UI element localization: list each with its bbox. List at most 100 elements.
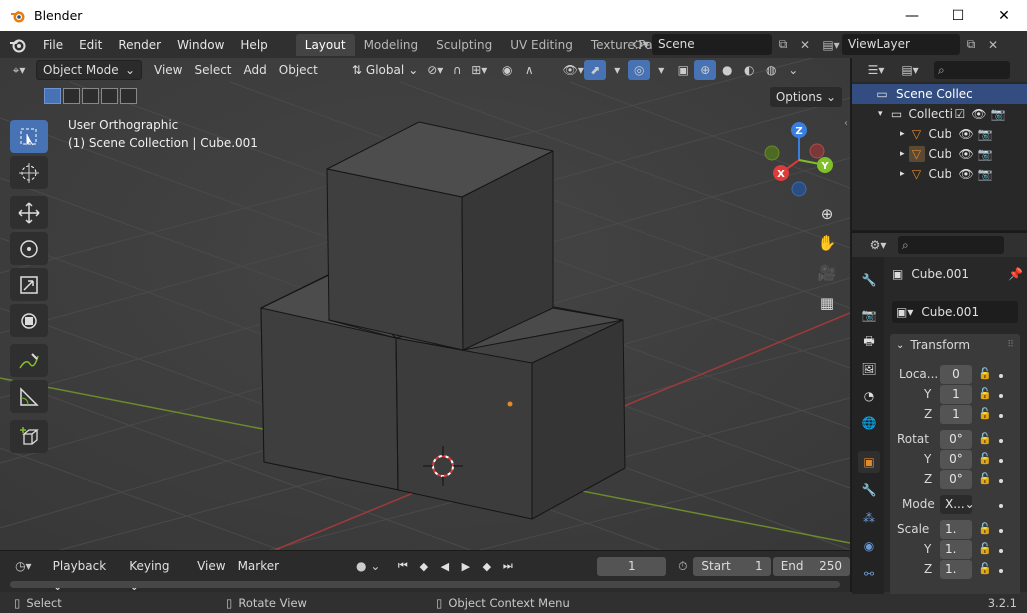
timeline-scrollbar[interactable] [10, 581, 840, 588]
outliner-row-collection[interactable]: ▾ ▭ Collectio ☑ 👁 📷 [852, 104, 1027, 124]
select-extend-icon[interactable] [63, 88, 80, 104]
viewlayer-remove-icon[interactable]: ✕ [982, 34, 1004, 55]
eye-icon[interactable]: 👁 [959, 167, 974, 181]
rotate-tool[interactable] [10, 232, 48, 265]
scene-copy-icon[interactable]: ⧉ [772, 34, 794, 55]
next-keyframe-icon[interactable]: ◆ [477, 557, 496, 576]
lock-icon[interactable]: 🔓 [978, 522, 992, 535]
outliner-editor-type-icon[interactable]: ☰▾ [860, 60, 892, 80]
keyframe-dot[interactable] [999, 414, 1003, 418]
outliner-row-scene-collection[interactable]: ▭ Scene Collec [852, 84, 1027, 104]
menu-edit[interactable]: Edit [71, 34, 110, 56]
menu-view[interactable]: View [148, 60, 188, 80]
eye-icon[interactable]: 👁 [959, 127, 974, 141]
gizmo-toggle-icon[interactable]: ⬈ [584, 60, 607, 80]
outliner-row-cube-3[interactable]: ▸ ▽ Cube 👁 📷 [852, 164, 1027, 184]
overlays-dropdown-icon[interactable]: ▾ [650, 60, 672, 80]
scene-tab-icon[interactable]: ◔ [858, 385, 880, 407]
rotation-y-field[interactable]: 0° [940, 450, 972, 469]
select-box-tool[interactable] [10, 120, 48, 153]
expand-arrow-icon[interactable]: ▾ [878, 109, 883, 119]
record-icon[interactable]: ● ⌄ [349, 556, 387, 576]
properties-editor-type-icon[interactable]: ⚙▾ [862, 235, 894, 255]
scale-x-field[interactable]: 1. [940, 520, 972, 539]
overlays-icon[interactable]: ◎ [628, 60, 651, 80]
zoom-icon[interactable]: ⊕ [815, 202, 839, 226]
outliner-search-input[interactable]: ⌕ [934, 61, 1010, 79]
menu-select[interactable]: Select [188, 60, 237, 80]
current-frame-field[interactable]: 1 [597, 556, 667, 576]
keyframe-dot[interactable] [999, 549, 1003, 553]
mode-dropdown[interactable]: Object Mode ⌄ [36, 60, 142, 80]
constraints-tab-icon[interactable]: ⚯ [858, 563, 880, 585]
shading-material-icon[interactable]: ◐ [738, 60, 760, 80]
editor-type-icon[interactable]: ⌖▾ [8, 60, 30, 80]
checkbox-icon[interactable]: ☑ [955, 107, 966, 121]
particles-tab-icon[interactable]: ⁂ [858, 507, 880, 529]
menu-file[interactable]: File [35, 34, 71, 56]
menu-object[interactable]: Object [273, 60, 324, 80]
shading-wireframe-icon[interactable]: ⊕ [694, 60, 717, 80]
render-tab-icon[interactable]: 📷 [858, 304, 880, 326]
location-y-field[interactable]: 1 [940, 385, 972, 404]
gizmo-dropdown-icon[interactable]: ▾ [606, 60, 628, 80]
viewlayer-copy-icon[interactable]: ⧉ [960, 34, 982, 55]
lock-icon[interactable]: 🔓 [978, 407, 992, 420]
keyframe-dot[interactable] [999, 374, 1003, 378]
location-z-field[interactable]: 1 [940, 405, 972, 424]
ortho-grid-icon[interactable]: ▦ [815, 291, 839, 315]
keyframe-dot[interactable] [999, 394, 1003, 398]
pin-icon[interactable]: 📌 [1008, 267, 1023, 281]
gizmo-neg-y-icon[interactable] [764, 145, 780, 161]
object-tab-icon[interactable]: ▣ [858, 451, 880, 473]
object-browse-icon[interactable]: ▣▾ [896, 305, 913, 319]
shading-solid-icon[interactable]: ● [716, 60, 738, 80]
camera-icon[interactable]: 📷 [978, 127, 993, 141]
start-frame-field[interactable]: Start 1 [693, 556, 771, 576]
scene-remove-icon[interactable]: ✕ [794, 34, 816, 55]
end-frame-field[interactable]: End 250 [772, 556, 850, 576]
sidebar-toggle-icon[interactable]: ‹ [844, 118, 850, 138]
orientation-dropdown[interactable]: ⇅ Global ⌄ [346, 60, 424, 80]
view-layer-tab-icon[interactable]: 🖼 [858, 358, 880, 380]
close-button[interactable]: ✕ [981, 0, 1027, 31]
minimize-button[interactable]: — [889, 0, 935, 31]
playback-menu[interactable]: Playback ⌄ [47, 556, 124, 593]
annotate-tool[interactable] [10, 344, 48, 377]
maximize-button[interactable]: ☐ [935, 0, 981, 31]
outliner-row-cube-1[interactable]: ▸ ▽ Cube 👁 📷 [852, 124, 1027, 144]
transform-panel-header[interactable]: ⌄ Transform ⠿ [890, 334, 1020, 356]
lock-icon[interactable]: 🔓 [978, 542, 992, 555]
keyframe-dot[interactable] [999, 459, 1003, 463]
properties-search-input[interactable]: ⌕ [898, 236, 1004, 254]
keying-menu[interactable]: Keying ⌄ [123, 556, 187, 593]
rotation-mode-dropdown[interactable]: X... ⌄ [940, 495, 975, 514]
tab-uv-editing[interactable]: UV Editing [501, 34, 582, 56]
pan-hand-icon[interactable]: ✋ [815, 231, 839, 255]
expand-arrow-icon[interactable]: ▸ [900, 169, 905, 179]
select-intersect-icon[interactable] [120, 88, 137, 104]
play-icon[interactable]: ▶ [456, 557, 475, 576]
lock-icon[interactable]: 🔓 [978, 387, 992, 400]
lock-icon[interactable]: 🔓 [978, 452, 992, 465]
pivot-icon[interactable]: ⊘▾ [424, 60, 446, 80]
rotation-x-field[interactable]: 0° [940, 430, 972, 449]
eye-icon[interactable]: 👁 [971, 107, 986, 121]
keyframe-dot[interactable] [999, 569, 1003, 573]
tool-tab-icon[interactable]: 🔧 [858, 269, 880, 291]
viewlayer-name-field[interactable]: ViewLayer [842, 34, 960, 55]
scale-y-field[interactable]: 1. [940, 540, 972, 559]
camera-view-icon[interactable]: 🎥 [815, 261, 839, 285]
scene-browse-icon[interactable]: ⛭▾ [630, 34, 652, 55]
gizmo-neg-x-icon[interactable] [809, 143, 825, 159]
select-new-icon[interactable] [44, 88, 61, 104]
rotation-z-field[interactable]: 0° [940, 470, 972, 489]
select-subtract-icon[interactable] [82, 88, 99, 104]
object-datablock-field[interactable]: ▣▾ Cube.001 [892, 301, 1018, 323]
output-tab-icon[interactable]: 🖶 [858, 331, 880, 353]
play-reverse-icon[interactable]: ◀ [435, 557, 454, 576]
lock-icon[interactable]: 🔓 [978, 562, 992, 575]
lock-icon[interactable]: 🔓 [978, 472, 992, 485]
keyframe-dot[interactable] [999, 479, 1003, 483]
camera-icon[interactable]: 📷 [978, 167, 993, 181]
